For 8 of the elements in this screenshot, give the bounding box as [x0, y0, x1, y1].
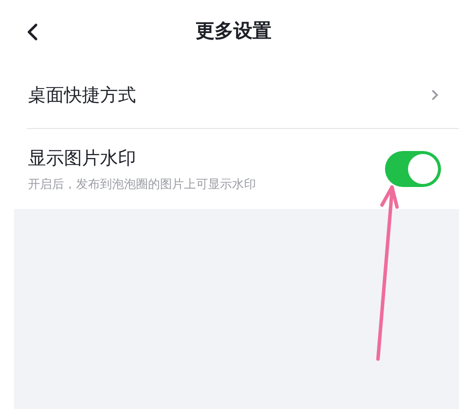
- settings-row[interactable]: 桌面快捷方式: [0, 62, 467, 128]
- page-title: 更多设置: [196, 19, 272, 44]
- toggle-switch[interactable]: [385, 151, 441, 187]
- row-label: 桌面快捷方式: [28, 84, 136, 107]
- chevron-icon: [431, 89, 439, 101]
- row-label: 显示图片水印: [28, 146, 137, 170]
- back-icon[interactable]: [26, 23, 38, 41]
- row-description: 开启后，发布到泡泡圈的图片上可显示水印: [28, 176, 256, 192]
